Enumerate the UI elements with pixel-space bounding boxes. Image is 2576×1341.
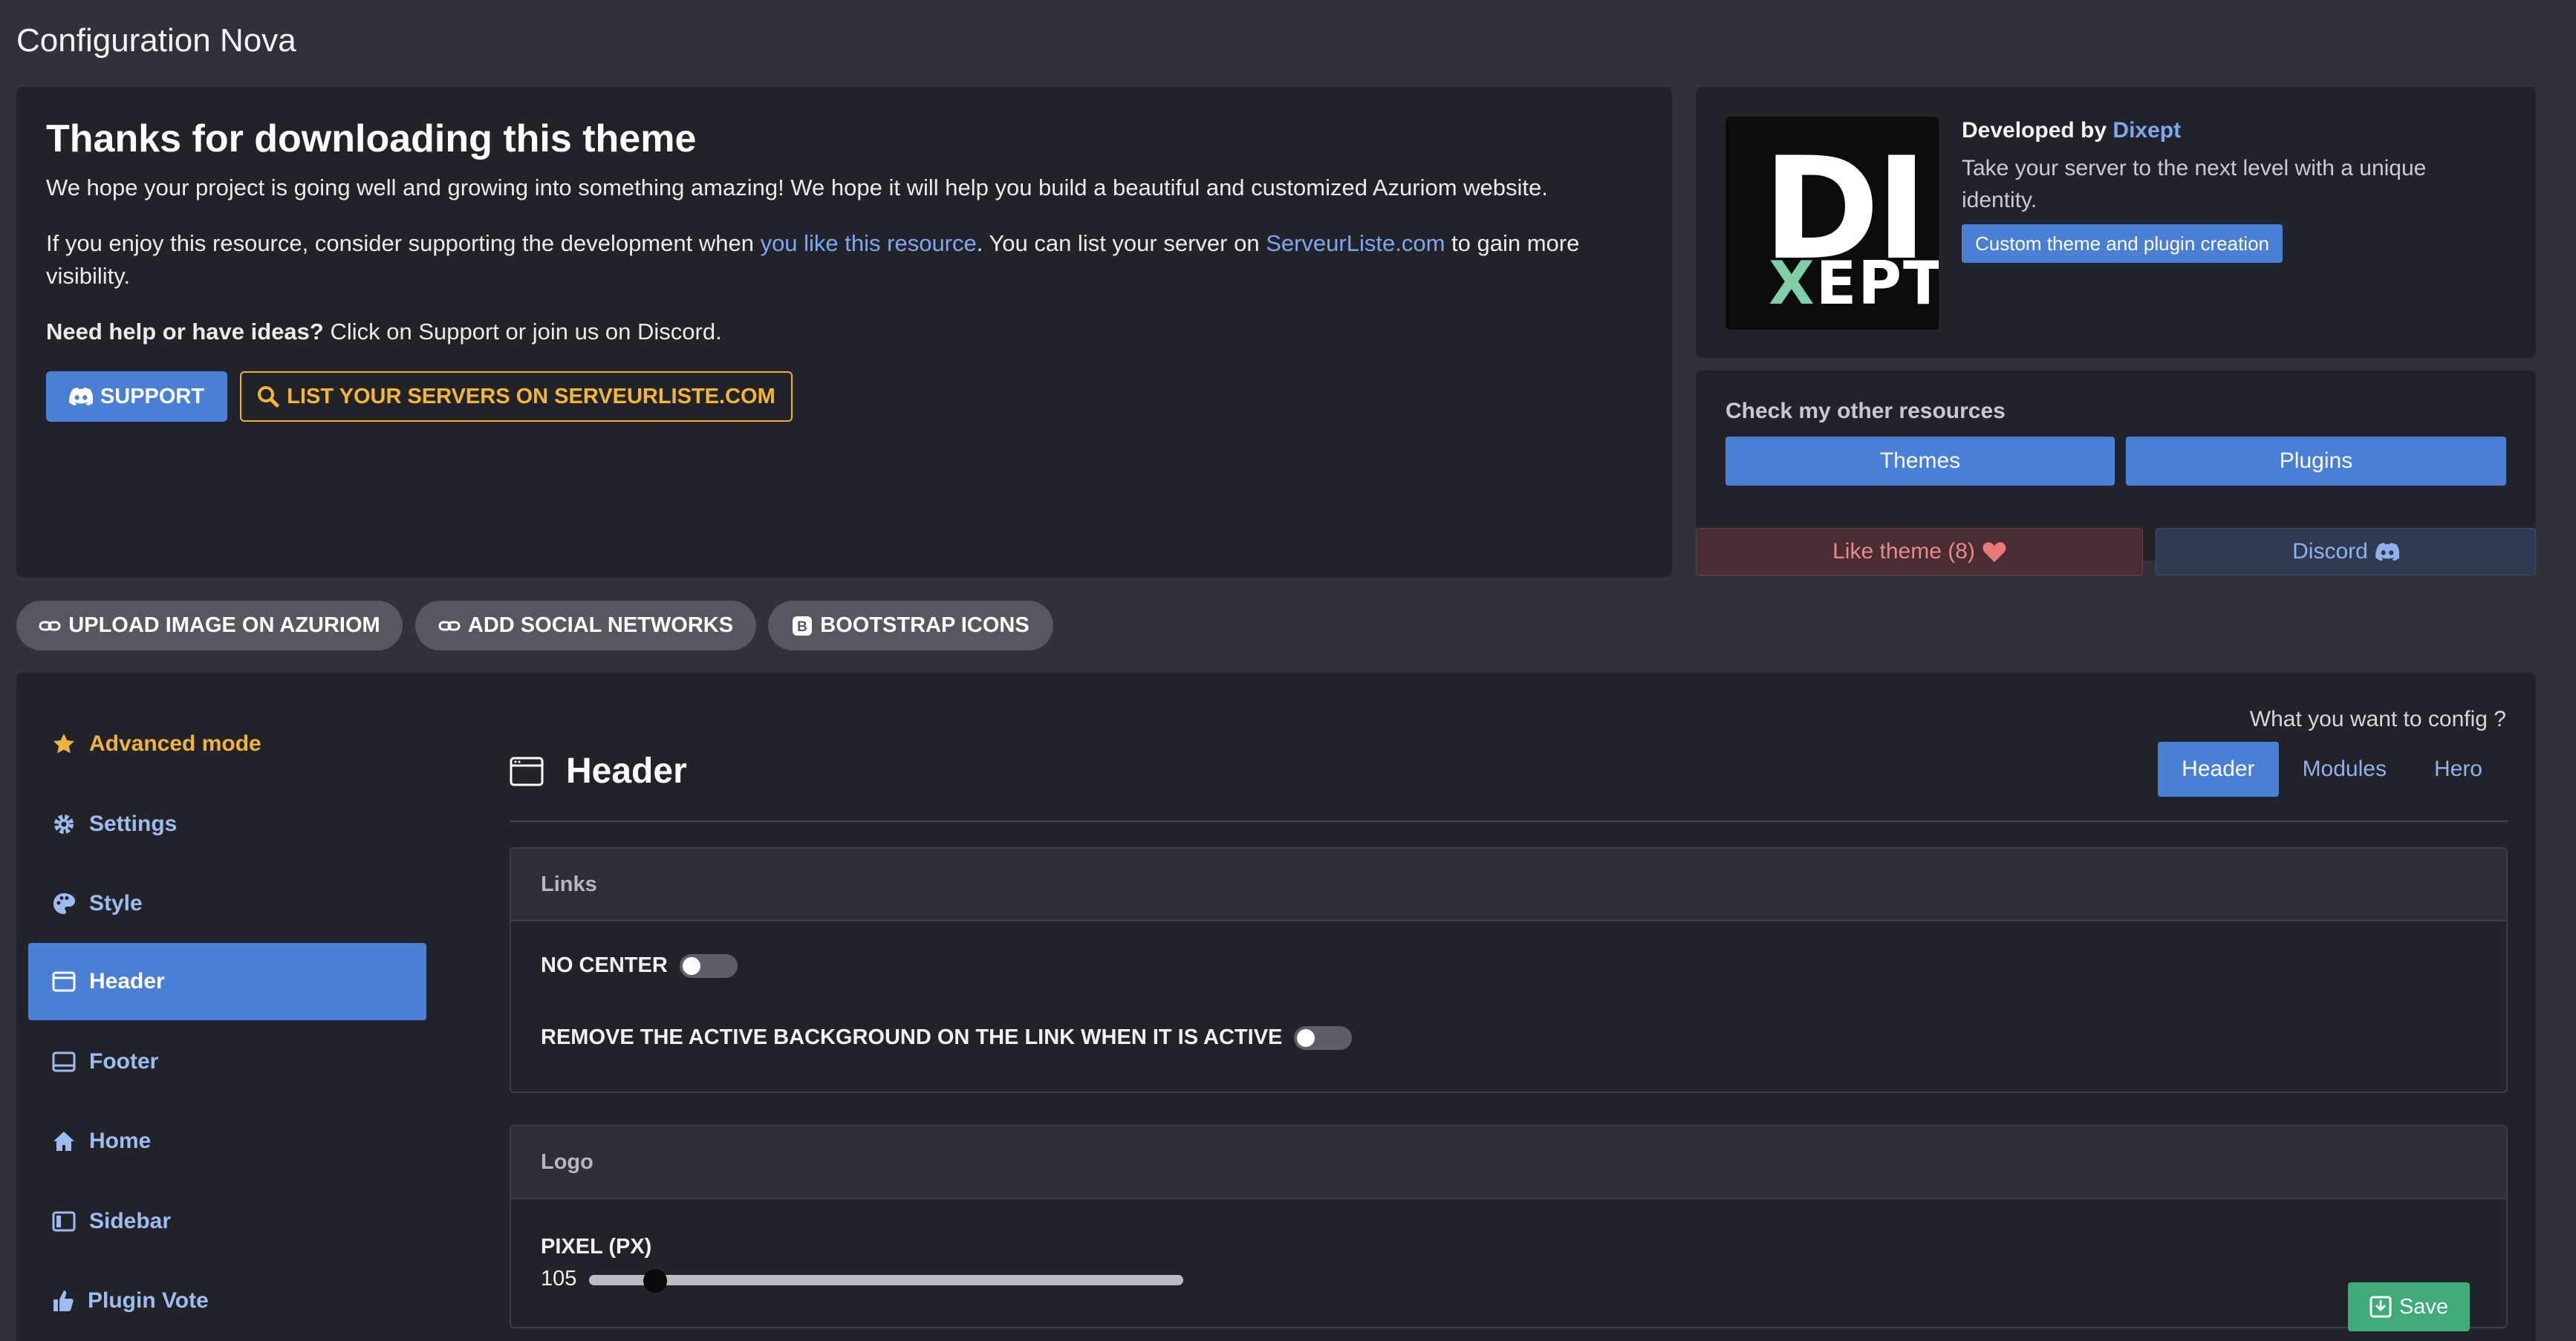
- pixel-label: PIXEL (PX): [541, 1235, 652, 1259]
- upload-image-button[interactable]: UPLOAD IMAGE ON AZURIOM: [16, 601, 403, 650]
- intro-line2: If you enjoy this resource, consider sup…: [46, 227, 1643, 293]
- serveurliste-link[interactable]: ServeurListe.com: [1266, 230, 1445, 256]
- tab-modules[interactable]: Modules: [2279, 742, 2410, 797]
- thumbs-up-icon: [52, 1289, 74, 1313]
- intro-panel: Thanks for downloading this theme We hop…: [16, 87, 1672, 577]
- sidebar-item-header[interactable]: Header: [28, 943, 426, 1020]
- support-button[interactable]: SUPPORT: [46, 371, 227, 422]
- bootstrap-icon: B: [792, 616, 813, 636]
- sidebar-item-label: Home: [89, 1129, 152, 1153]
- sidebar-item-label: Footer: [89, 1049, 159, 1074]
- like-theme-label: Like theme (8): [1832, 539, 1975, 564]
- section-divider: [510, 820, 2508, 822]
- config-tabs: Header Modules Hero: [2158, 742, 2506, 797]
- discord-icon: [68, 388, 93, 405]
- link-icon: [438, 619, 461, 633]
- intro-heading: Thanks for downloading this theme: [46, 117, 697, 160]
- sidebar-item-plugin-vote[interactable]: Plugin Vote: [28, 1262, 426, 1340]
- like-theme-button[interactable]: Like theme (8): [1696, 528, 2143, 575]
- remove-active-bg-label: REMOVE THE ACTIVE BACKGROUND ON THE LINK…: [541, 1025, 1283, 1049]
- window-icon: [52, 971, 76, 992]
- custom-creation-button[interactable]: Custom theme and plugin creation: [1962, 224, 2283, 263]
- no-center-toggle[interactable]: [679, 953, 738, 978]
- add-social-networks-button[interactable]: ADD SOCIAL NETWORKS: [415, 601, 756, 650]
- palette-icon: [52, 892, 76, 916]
- house-icon: [52, 1130, 76, 1152]
- link-icon: [39, 619, 61, 633]
- other-resources-title: Check my other resources: [1726, 399, 2006, 423]
- no-center-label: NO CENTER: [541, 953, 668, 977]
- intro-help: Need help or have ideas? Click on Suppor…: [46, 316, 1643, 348]
- list-servers-label: LIST YOUR SERVERS ON SERVEURLISTE.COM: [287, 384, 775, 408]
- section-title: Header: [566, 751, 687, 791]
- pixel-value: 105: [541, 1267, 577, 1291]
- logo-bottom-rest: EPT: [1815, 249, 1939, 318]
- pixel-slider-thumb[interactable]: [643, 1269, 667, 1293]
- remove-active-bg-toggle[interactable]: [1294, 1025, 1353, 1050]
- save-icon: [2370, 1296, 2392, 1318]
- discord-button[interactable]: Discord: [2156, 528, 2536, 575]
- sidebar-item-label: Sidebar: [89, 1209, 172, 1233]
- sidebar-item-sidebar[interactable]: Sidebar: [28, 1183, 426, 1260]
- sidebar-item-advanced-mode[interactable]: Advanced mode: [28, 705, 426, 783]
- logo-card: Logo PIXEL (PX) 105: [510, 1125, 2508, 1328]
- gear-icon: [52, 812, 76, 836]
- intro-help-rest: Click on Support or join us on Discord.: [323, 319, 722, 345]
- developer-link[interactable]: Dixept: [2112, 118, 2181, 143]
- links-card: Links NO CENTER REMOVE THE ACTIVE BACKGR…: [510, 847, 2508, 1093]
- intro-line2-mid: . You can list your server on: [976, 230, 1266, 256]
- logo-bottom: XEPT: [1769, 249, 1939, 318]
- footer-icon: [52, 1051, 76, 1072]
- themes-button[interactable]: Themes: [1726, 437, 2115, 486]
- logo-bottom-x: X: [1769, 249, 1816, 318]
- links-card-title: Links: [511, 849, 2506, 921]
- developer-panel: DI XEPT Developed by Dixept Take your se…: [1696, 87, 2536, 358]
- developer-description: Take your server to the next level with …: [1962, 156, 2427, 212]
- developer-by: Developed by: [1962, 118, 2113, 143]
- config-panel: Advanced mode Settings Style Header Foot…: [16, 673, 2536, 1341]
- sidebar-item-footer[interactable]: Footer: [28, 1023, 426, 1100]
- discord-label: Discord: [2292, 539, 2368, 564]
- search-icon: [257, 385, 279, 408]
- tab-header[interactable]: Header: [2158, 742, 2279, 797]
- section-heading: Header: [510, 751, 687, 792]
- list-servers-button[interactable]: LIST YOUR SERVERS ON SERVEURLISTE.COM: [240, 371, 793, 422]
- tab-hero[interactable]: Hero: [2410, 742, 2506, 797]
- add-social-label: ADD SOCIAL NETWORKS: [467, 613, 734, 637]
- save-button[interactable]: Save: [2348, 1282, 2470, 1331]
- intro-line1: We hope your project is going well and g…: [46, 174, 1548, 200]
- logo-card-title: Logo: [511, 1126, 2506, 1199]
- sidebar-item-label: Header: [89, 969, 165, 993]
- sidebar-item-home[interactable]: Home: [28, 1103, 426, 1180]
- intro-line2-prefix: If you enjoy this resource, consider sup…: [46, 230, 761, 256]
- intro-help-bold: Need help or have ideas?: [46, 319, 324, 345]
- page-title: Configuration Nova: [16, 22, 296, 59]
- upload-image-label: UPLOAD IMAGE ON AZURIOM: [68, 613, 380, 637]
- save-label: Save: [2398, 1294, 2449, 1319]
- sidebar-item-label: Plugin Vote: [88, 1288, 209, 1313]
- sidebar-icon: [52, 1211, 76, 1232]
- no-center-option: NO CENTER: [541, 953, 738, 978]
- remove-active-bg-option: REMOVE THE ACTIVE BACKGROUND ON THE LINK…: [541, 1025, 1353, 1050]
- plugins-button[interactable]: Plugins: [2126, 437, 2506, 486]
- sidebar-item-settings[interactable]: Settings: [28, 786, 426, 863]
- sidebar-item-label: Style: [89, 891, 143, 916]
- discord-icon: [2375, 543, 2399, 561]
- bootstrap-icons-label: BOOTSTRAP ICONS: [820, 613, 1030, 637]
- sidebar-item-label: Settings: [89, 812, 178, 836]
- heart-icon: [1983, 541, 2006, 562]
- config-prompt: What you want to config ?: [2249, 707, 2506, 731]
- sidebar-item-label: Advanced mode: [89, 731, 261, 756]
- dixept-logo: DI XEPT: [1726, 117, 1939, 330]
- developer-title: Developed by Dixept: [1962, 118, 2181, 143]
- pixel-slider-track[interactable]: [589, 1275, 1183, 1285]
- svg-text:B: B: [797, 619, 807, 635]
- support-label: SUPPORT: [100, 384, 205, 408]
- star-icon: [52, 732, 76, 756]
- sidebar-item-style[interactable]: Style: [28, 865, 426, 942]
- window-icon: [510, 757, 544, 786]
- like-resource-link[interactable]: you like this resource: [761, 230, 977, 256]
- bootstrap-icons-button[interactable]: B BOOTSTRAP ICONS: [768, 601, 1053, 650]
